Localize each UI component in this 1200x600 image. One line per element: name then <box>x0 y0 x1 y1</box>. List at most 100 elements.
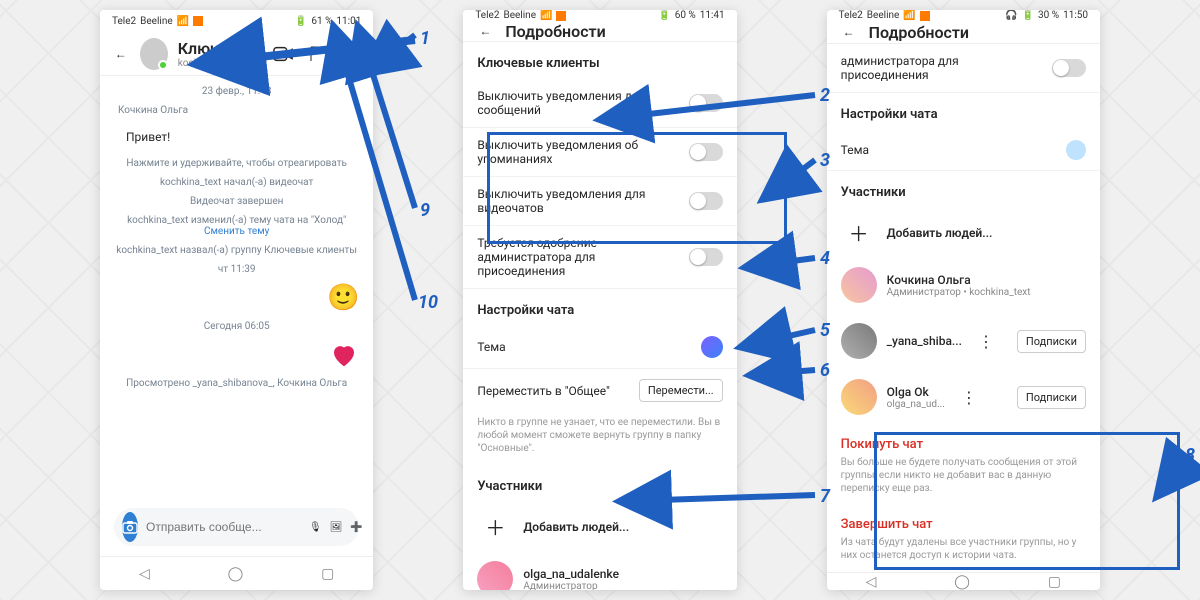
leave-chat-desc: Вы больше не будете получать сообщения о… <box>827 456 1100 505</box>
add-people-row[interactable]: ＋ Добавить людей... <box>827 208 1100 257</box>
callout-5: 5 <box>820 320 830 341</box>
seen-by: Просмотрено _yana_shibanova_, Кочкина Ол… <box>114 378 359 389</box>
callout-7: 7 <box>820 486 830 507</box>
add-people-row[interactable]: ＋ Добавить людей... <box>463 502 736 551</box>
clock: 11:01 <box>336 16 361 27</box>
chat-subtitle: kochkina_text ... <box>178 58 264 69</box>
callout-2: 2 <box>820 85 830 106</box>
page-title: Подробности <box>869 23 969 42</box>
subscribe-button[interactable]: Подписки <box>1017 330 1086 353</box>
mute-video-row[interactable]: Выключить уведомления для видеочатов <box>463 177 736 226</box>
time-stamp: Сегодня 06:05 <box>114 321 359 332</box>
callout-9: 9 <box>420 200 430 221</box>
more-icon[interactable]: ⋮ <box>972 332 1000 351</box>
theme-row[interactable]: Тема <box>463 326 736 369</box>
subscribe-button[interactable]: Подписки <box>1017 386 1086 409</box>
toggle[interactable] <box>689 192 723 210</box>
members-header: Участники <box>463 465 736 502</box>
sim-icon <box>193 16 203 26</box>
chat-title[interactable]: Ключевы... <box>178 39 264 58</box>
reaction-hint: Нажмите и удерживайте, чтобы отреагирова… <box>114 158 359 169</box>
move-button[interactable]: Перемести... <box>639 379 723 402</box>
gallery-icon[interactable]: 🖼 <box>330 522 343 533</box>
phone-details-2: Tele2Beeline📶 🎧🔋30 %11:50 ← Подробности … <box>827 10 1100 590</box>
toggle[interactable] <box>689 94 723 112</box>
details-header: ← Подробности <box>463 21 736 42</box>
callout-6: 6 <box>820 360 830 381</box>
back-icon[interactable]: ← <box>839 22 859 42</box>
avatar <box>841 323 877 359</box>
net-label: Beeline <box>140 16 173 27</box>
time-stamp: чт 11:39 <box>114 264 359 275</box>
admin-approval-row[interactable]: Требуется одобрение администратора для п… <box>463 226 736 289</box>
theme-row[interactable]: Тема <box>827 130 1100 171</box>
video-call-icon[interactable] <box>273 44 293 64</box>
callout-10: 10 <box>418 292 438 313</box>
emoji-reaction[interactable]: 🙂 <box>327 283 359 313</box>
mute-messages-row[interactable]: Выключить уведомления для сообщений <box>463 79 736 128</box>
mic-icon[interactable]: 🎙 <box>309 522 322 533</box>
members-header: Участники <box>827 171 1100 208</box>
member-row[interactable]: olga_na_udalenke Администратор <box>463 551 736 590</box>
chat-header: ← Ключевы... kochkina_text ... <box>100 32 373 76</box>
chat-settings-header: Настройки чата <box>463 289 736 326</box>
chat-thread[interactable]: 23 февр., 11:48 Кочкина Ольга Привет! На… <box>100 76 373 556</box>
back-icon[interactable]: ← <box>112 44 130 64</box>
sender-name: Кочкина Ольга <box>118 105 188 116</box>
avatar <box>841 267 877 303</box>
chat-avatar[interactable] <box>140 38 168 70</box>
theme-color-dot[interactable] <box>701 336 723 358</box>
nav-back-icon[interactable]: ◁ <box>866 574 877 590</box>
android-nav: ◁ ◯ ▢ <box>827 572 1100 590</box>
move-hint: Никто в группе не узнает, что ее перемес… <box>463 412 736 465</box>
end-chat[interactable]: Завершить чат <box>827 505 1100 536</box>
member-row[interactable]: _yana_shiba... ⋮ Подписки <box>827 313 1100 369</box>
nav-home-icon[interactable]: ◯ <box>228 566 244 582</box>
sticker-icon[interactable]: ➕ <box>350 522 362 533</box>
carrier-label: Tele2 <box>112 16 136 27</box>
android-nav: ◁ ◯ ▢ <box>100 556 373 590</box>
phone-chat: Tele2 Beeline 📶 🔋 61 % 11:01 ← Ключевы..… <box>100 10 373 590</box>
flag-icon[interactable] <box>307 44 327 64</box>
system-msg: Видеочат завершен <box>114 196 359 207</box>
phone-details-1: Tele2Beeline📶 🔋60 %11:41 ← Подробности К… <box>463 10 736 590</box>
callout-1: 1 <box>420 28 430 49</box>
camera-button[interactable] <box>122 512 138 542</box>
more-icon[interactable]: ⋮ <box>955 388 983 407</box>
battery-pct: 61 % <box>311 16 332 27</box>
member-row[interactable]: Кочкина Ольга Администратор • kochkina_t… <box>827 257 1100 313</box>
bt-icon: 🔋 <box>295 16 307 27</box>
info-icon[interactable] <box>341 44 361 64</box>
status-bar: Tele2Beeline📶 🔋60 %11:41 <box>463 10 736 21</box>
callout-8: 8 <box>1185 445 1195 466</box>
avatar <box>841 379 877 415</box>
nav-recent-icon[interactable]: ▢ <box>1048 574 1061 590</box>
end-chat-desc: Из чата будут удалены все участники груп… <box>827 536 1100 572</box>
mute-mentions-row[interactable]: Выключить уведомления об упоминаниях <box>463 128 736 177</box>
status-bar: Tele2Beeline📶 🎧🔋30 %11:50 <box>827 10 1100 21</box>
member-row[interactable]: Olga Ok olga_na_ud... ⋮ Подписки <box>827 369 1100 425</box>
nav-back-icon[interactable]: ◁ <box>139 566 150 582</box>
message-bubble[interactable]: Привет! <box>114 124 182 150</box>
callout-3: 3 <box>820 150 830 171</box>
back-icon[interactable]: ← <box>475 21 495 41</box>
plus-icon: ＋ <box>841 218 877 247</box>
message-input[interactable] <box>146 520 301 534</box>
system-msg: kochkina_text изменил(-а) тему чата на "… <box>114 215 359 237</box>
theme-color-dot[interactable] <box>1066 140 1086 160</box>
toggle[interactable] <box>1052 59 1086 77</box>
admin-approval-row-frag[interactable]: администратора для присоединения <box>827 44 1100 93</box>
toggle[interactable] <box>689 248 723 266</box>
move-row[interactable]: Переместить в "Общее" Перемести... <box>463 369 736 412</box>
callout-4: 4 <box>820 248 830 269</box>
toggle[interactable] <box>689 143 723 161</box>
details-header: ← Подробности <box>827 21 1100 44</box>
change-theme-link[interactable]: Сменить тему <box>204 226 269 237</box>
heart-reaction[interactable] <box>329 340 359 370</box>
chat-settings-header: Настройки чата <box>827 93 1100 130</box>
avatar <box>477 561 513 590</box>
nav-recent-icon[interactable]: ▢ <box>321 566 334 582</box>
nav-home-icon[interactable]: ◯ <box>954 574 970 590</box>
leave-chat[interactable]: Покинуть чат <box>827 425 1100 456</box>
group-name[interactable]: Ключевые клиенты <box>463 42 736 79</box>
